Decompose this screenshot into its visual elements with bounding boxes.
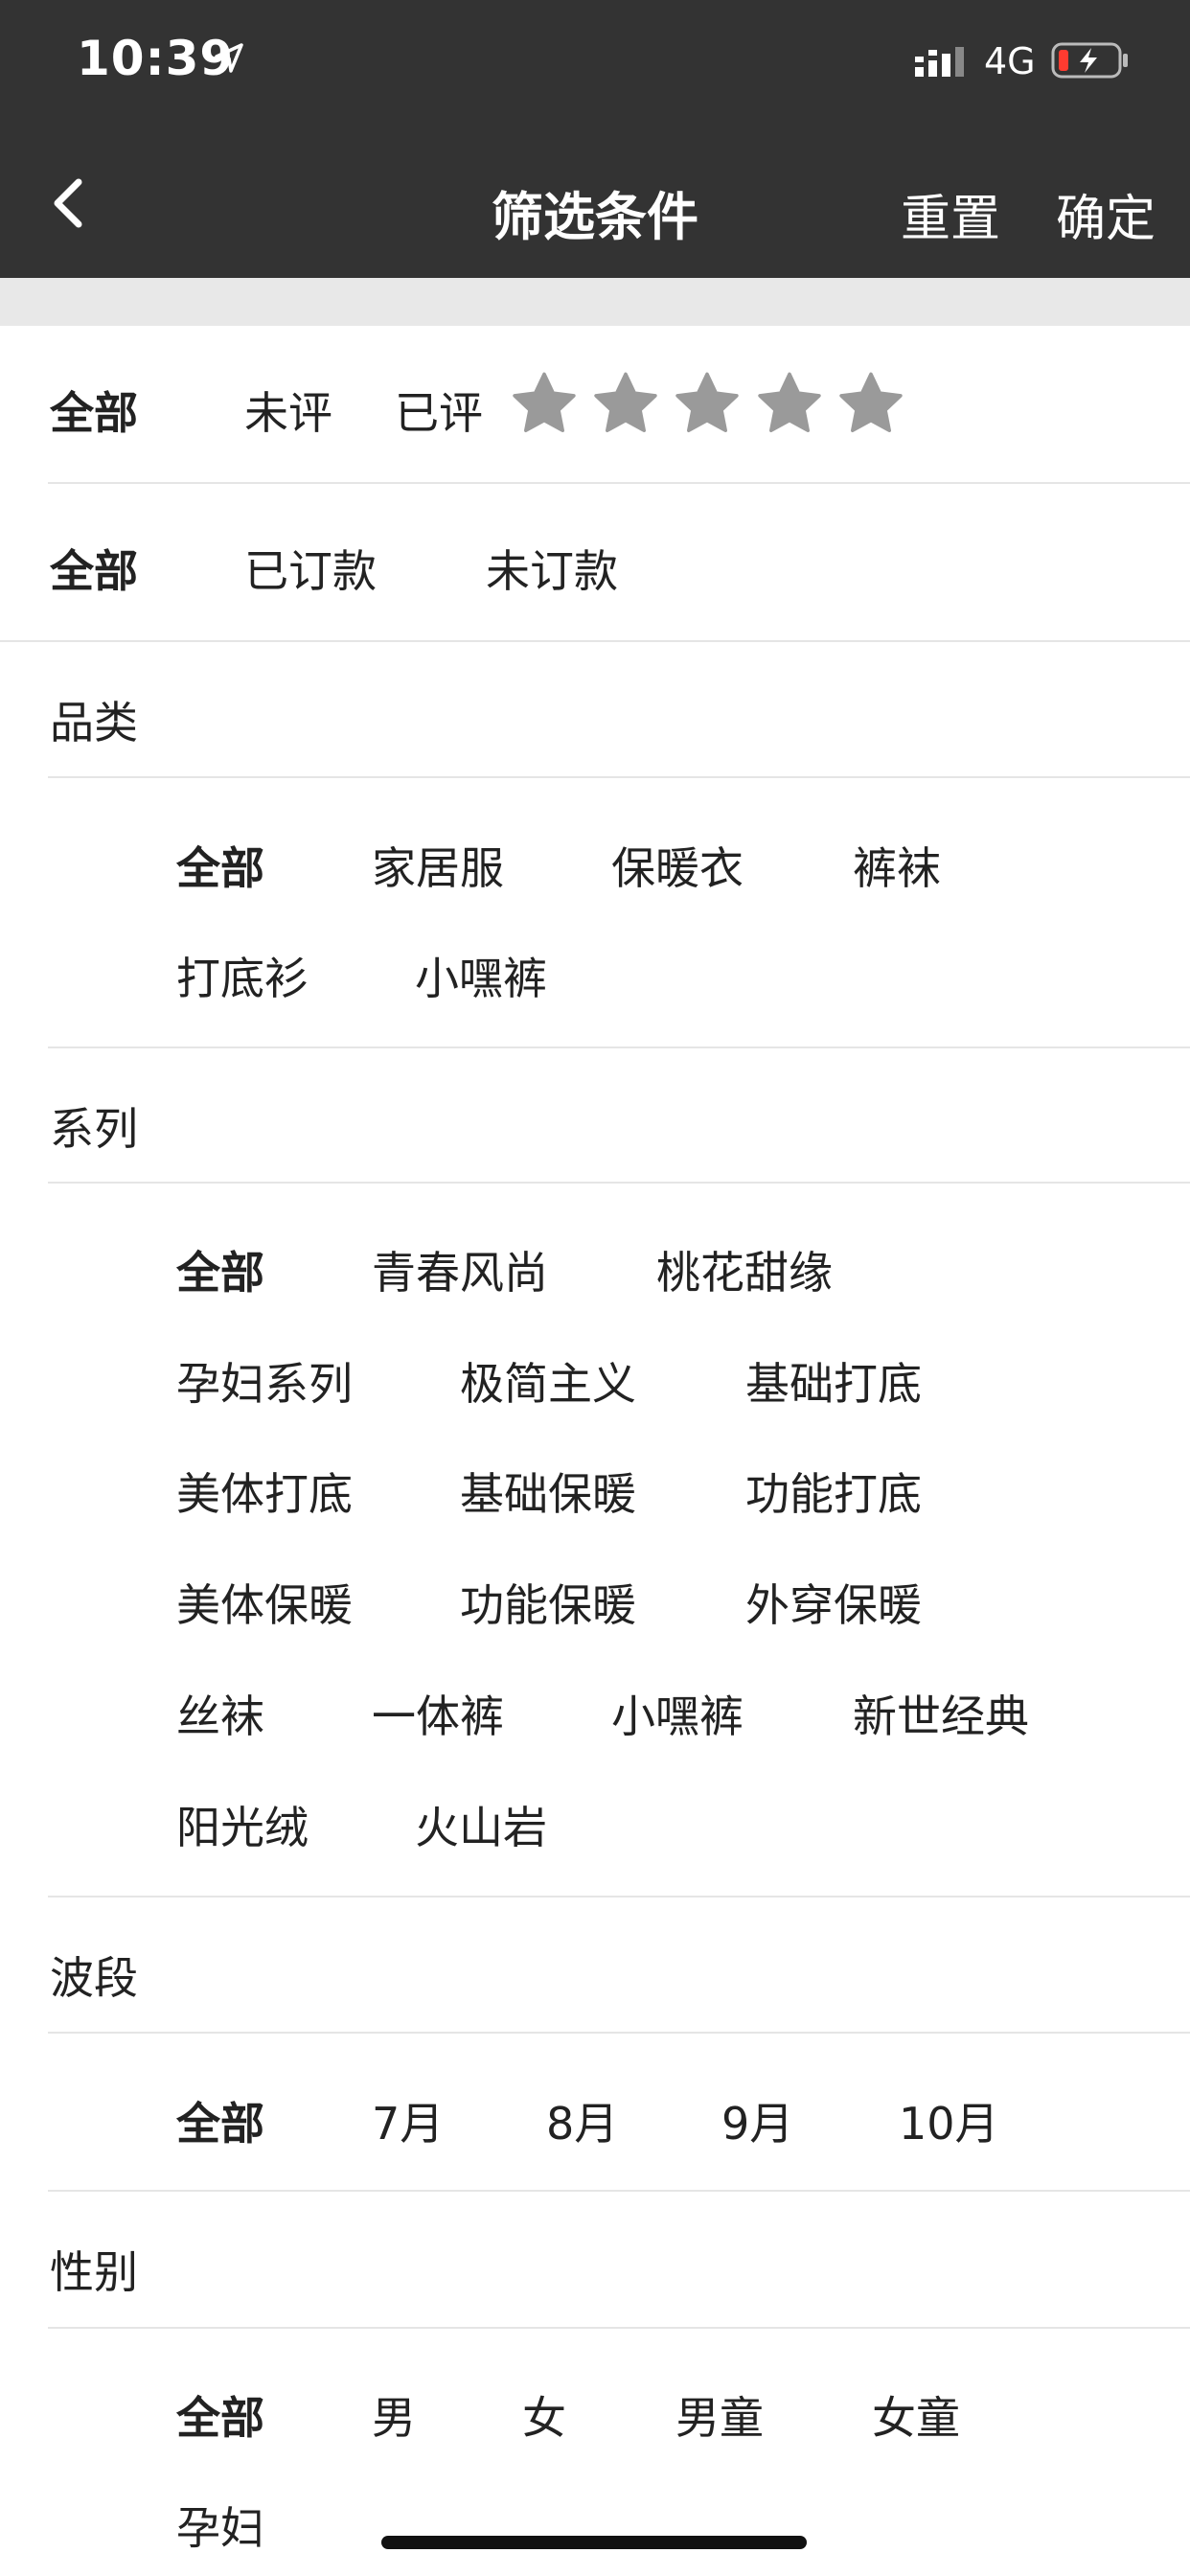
not-ordered-option[interactable]: 未订款 (486, 537, 618, 600)
signal-icon (915, 46, 969, 82)
series-option[interactable]: 桃花甜缘 (656, 1238, 833, 1301)
series-option[interactable]: 美体保暖 (176, 1571, 353, 1634)
gender-title: 性别 (50, 2246, 138, 2298)
series-option[interactable]: 小嘿裤 (611, 1682, 744, 1745)
nav-bar: 筛选条件 重置 确定 (0, 125, 1190, 278)
series-title: 系列 (50, 1103, 138, 1155)
star-icon[interactable] (510, 369, 579, 442)
battery-icon (1051, 42, 1130, 82)
wave-option[interactable]: 7月 (372, 2089, 444, 2152)
status-bar: 10:39 4G (0, 0, 1190, 125)
category-option[interactable]: 小嘿裤 (415, 944, 547, 1007)
series-option[interactable]: 极简主义 (460, 1349, 636, 1413)
page-title: 筛选条件 (492, 187, 698, 247)
divider (48, 482, 1190, 484)
category-option[interactable]: 家居服 (372, 834, 504, 897)
reset-button[interactable]: 重置 (901, 178, 1000, 250)
home-indicator (381, 2536, 807, 2549)
location-arrow-icon (213, 42, 245, 79)
series-option[interactable]: 一体裤 (372, 1682, 504, 1745)
order-all-option[interactable]: 全部 (50, 537, 138, 600)
star-icon[interactable] (673, 369, 742, 442)
series-option[interactable]: 孕妇系列 (176, 1349, 353, 1413)
gender-option[interactable]: 男童 (675, 2383, 764, 2447)
series-option[interactable]: 外穿保暖 (745, 1571, 922, 1634)
divider (0, 640, 1190, 642)
rating-all-option[interactable]: 全部 (50, 379, 138, 442)
gender-option[interactable]: 女 (522, 2383, 566, 2447)
rating-rated-option[interactable]: 已评 (395, 379, 483, 442)
series-option[interactable]: 火山岩 (415, 1793, 547, 1856)
series-option[interactable]: 功能保暖 (460, 1571, 636, 1634)
series-option[interactable]: 基础保暖 (460, 1460, 636, 1523)
category-option[interactable]: 裤袜 (853, 834, 941, 897)
section-gap (0, 278, 1190, 326)
divider (48, 1046, 1190, 1048)
divider (48, 2327, 1190, 2329)
series-option[interactable]: 基础打底 (745, 1349, 922, 1413)
divider (48, 2032, 1190, 2034)
ordered-option[interactable]: 已订款 (244, 537, 377, 600)
confirm-button[interactable]: 确定 (1056, 178, 1156, 250)
divider (48, 776, 1190, 778)
series-option[interactable]: 青春风尚 (372, 1238, 548, 1301)
series-option[interactable]: 阳光绒 (176, 1793, 309, 1856)
gender-option[interactable]: 孕妇 (176, 2494, 264, 2557)
divider (48, 1182, 1190, 1184)
series-option[interactable]: 新世经典 (853, 1682, 1029, 1745)
wave-option[interactable]: 9月 (721, 2089, 793, 2152)
category-title: 品类 (50, 697, 138, 748)
category-option[interactable]: 打底衫 (176, 944, 309, 1007)
rating-not-rated-option[interactable]: 未评 (244, 379, 332, 442)
category-option[interactable]: 保暖衣 (611, 834, 744, 897)
series-option[interactable]: 全部 (176, 1238, 264, 1301)
wave-option[interactable]: 10月 (899, 2089, 999, 2152)
series-option[interactable]: 功能打底 (745, 1460, 922, 1523)
star-icon[interactable] (591, 369, 660, 442)
gender-option[interactable]: 全部 (176, 2383, 264, 2447)
gender-option[interactable]: 男 (372, 2383, 416, 2447)
gender-option[interactable]: 女童 (872, 2383, 960, 2447)
wave-title: 波段 (50, 1952, 138, 2004)
wave-option[interactable]: 8月 (546, 2089, 618, 2152)
wave-option[interactable]: 全部 (176, 2089, 264, 2152)
divider (48, 2190, 1190, 2192)
star-icon[interactable] (836, 369, 905, 442)
series-option[interactable]: 美体打底 (176, 1460, 353, 1523)
divider (48, 1896, 1190, 1898)
network-label: 4G (984, 40, 1036, 82)
status-time: 10:39 (77, 31, 235, 86)
series-option[interactable]: 丝袜 (176, 1682, 264, 1745)
star-icon[interactable] (755, 369, 824, 442)
category-option[interactable]: 全部 (176, 834, 264, 897)
